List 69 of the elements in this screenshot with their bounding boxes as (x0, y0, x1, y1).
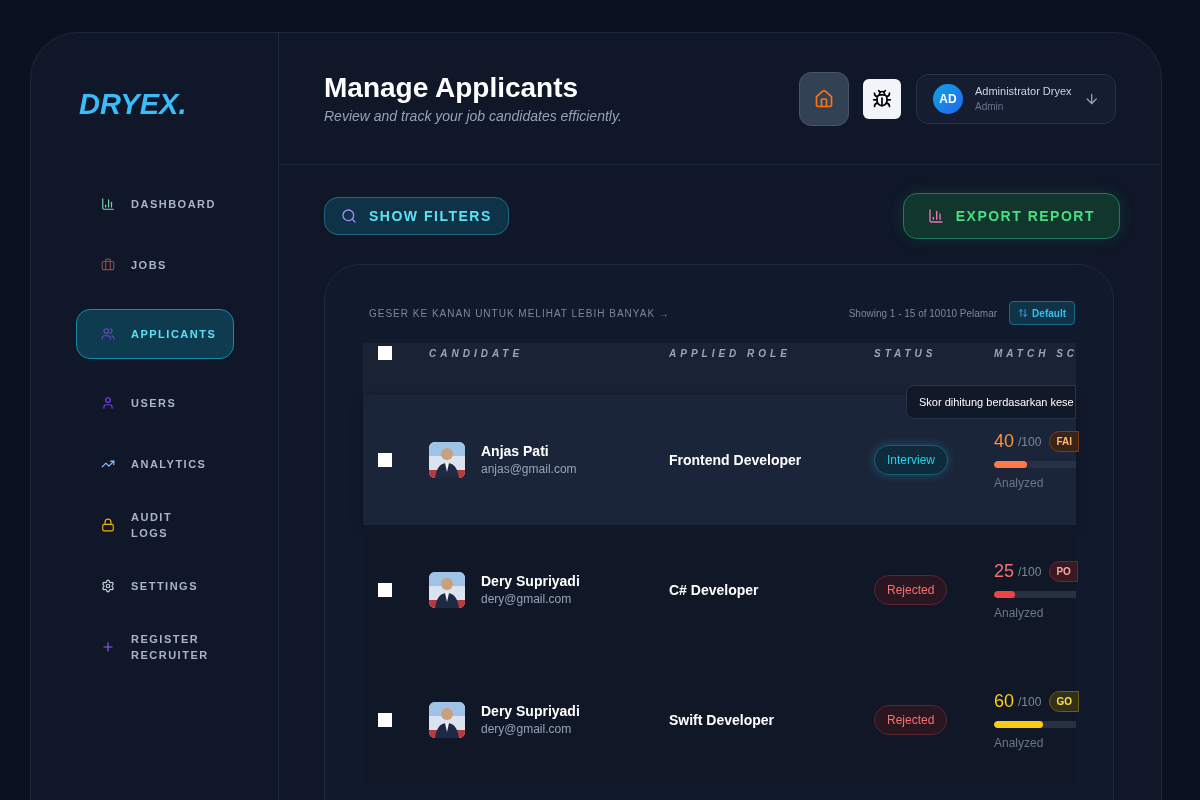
user-menu[interactable]: AD Administrator Dryex Admin (916, 73, 1116, 124)
status-badge: Rejected (874, 575, 948, 605)
match-score: 40 (994, 430, 1015, 453)
match-score: 25 (994, 560, 1015, 583)
sidebar-item[interactable]: SETTINGS (76, 568, 234, 603)
search-icon (341, 208, 357, 224)
gear-icon (101, 578, 115, 593)
grade-badge: FAI (1049, 431, 1079, 452)
brand-logo: DRYEX. (79, 87, 187, 122)
match-score: 60 (994, 690, 1015, 713)
user-icon (101, 395, 115, 410)
page-subtitle: Review and track your job candidates efficiently. (324, 107, 623, 126)
column-header: STATUS (874, 347, 938, 361)
row-checkbox[interactable] (378, 583, 392, 597)
status-badge: Rejected (874, 705, 948, 735)
scroll-hint: GESER KE KANAN UNTUK MELIHAT LEBIH BANYAK → (369, 306, 670, 321)
candidate-email: dery@gmail.com (481, 721, 573, 738)
score-max: /100 (1018, 693, 1042, 711)
bug-icon (872, 88, 892, 109)
applicant-row[interactable]: Dery Supriyadi dery@gmail.com Swift Developer Rejected 60 /100 GO Analyzed (363, 655, 1076, 785)
sidebar-item[interactable]: JOBS (76, 247, 234, 282)
briefcase-icon (101, 257, 115, 272)
candidate-name: Dery Supriyadi (481, 572, 580, 590)
candidate-name: Anjas Pati (481, 442, 550, 460)
user-name: Administrator Dryex (975, 83, 1072, 99)
user-avatar: AD (933, 83, 963, 114)
score-tooltip: Skor dihitung berdasarkan kese (906, 385, 1076, 419)
analysis-note: Analyzed (994, 605, 1045, 622)
theme-button[interactable] (863, 78, 901, 119)
users-icon (101, 326, 115, 341)
column-header: APPLIED ROLE (669, 347, 792, 361)
row-checkbox[interactable] (378, 453, 392, 467)
grade-badge: PO (1049, 561, 1078, 582)
candidate-email: dery@gmail.com (481, 591, 573, 608)
result-count: Showing 1 - 15 of 10010 Pelamar (848, 306, 998, 321)
sidebar-item[interactable]: AUDIT LOGS (76, 507, 234, 542)
analysis-note: Analyzed (994, 475, 1045, 492)
analysis-note: Analyzed (994, 735, 1045, 752)
sidebar-item[interactable]: USERS (76, 385, 234, 420)
select-all-checkbox[interactable] (378, 346, 392, 360)
user-role: Admin (975, 99, 1005, 114)
row-checkbox[interactable] (378, 713, 392, 727)
sort-button[interactable]: Default (1009, 301, 1075, 325)
score-max: /100 (1018, 433, 1042, 451)
role-cell-text: Swift Developer (669, 710, 776, 730)
show-filters-button[interactable]: SHOW FILTERS (324, 197, 509, 235)
candidate-email: anjas@gmail.com (481, 461, 577, 478)
column-header: MATCH SC (994, 347, 1074, 361)
home-button[interactable] (799, 71, 849, 126)
score-max: /100 (1018, 563, 1042, 581)
lock-icon (101, 517, 115, 532)
page-title: Manage Applicants (324, 71, 580, 105)
chart-icon (927, 208, 944, 224)
sidebar-item[interactable]: ANALYTICS (76, 446, 234, 481)
role-cell-text: C# Developer (669, 580, 760, 600)
column-header: CANDIDATE (429, 347, 525, 361)
role-cell-text: Frontend Developer (669, 450, 803, 470)
status-badge: Interview (874, 445, 949, 475)
sidebar-item[interactable]: APPLICANTS (76, 308, 234, 359)
sidebar-item[interactable]: REGISTER RECRUITER (76, 629, 234, 664)
plus-icon (101, 639, 115, 654)
grade-badge: GO (1049, 691, 1079, 712)
sidebar-item[interactable]: DASHBOARD (76, 186, 234, 221)
applicant-row[interactable]: Dery Supriyadi dery@gmail.com C# Developer Rejected 25 /100 PO Analyzed (363, 525, 1076, 655)
candidate-name: Dery Supriyadi (481, 702, 580, 720)
sort-icon (1018, 308, 1029, 318)
chart-icon (101, 196, 115, 211)
export-report-button[interactable]: EXPORT REPORT (902, 193, 1120, 239)
home-icon (814, 88, 834, 109)
